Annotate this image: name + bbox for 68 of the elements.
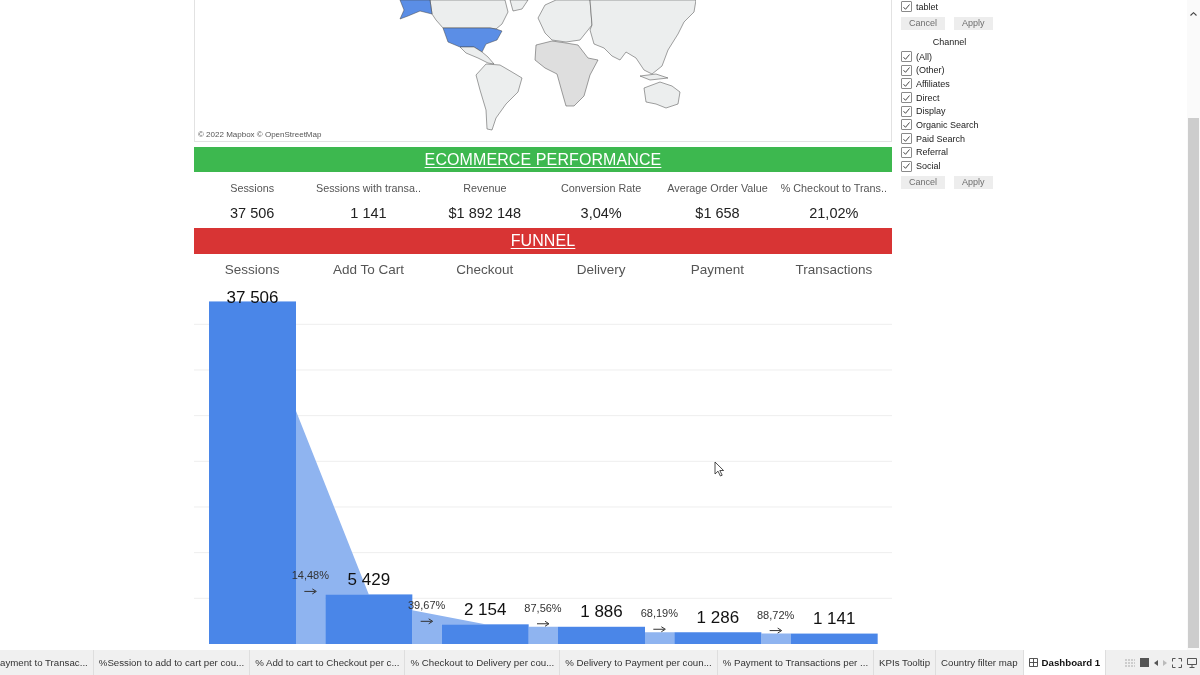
filter-option-label[interactable]: Display	[916, 106, 946, 117]
kpi-value: 37 506	[230, 204, 275, 222]
funnel-stage-label: Payment	[690, 262, 745, 277]
fullscreen-icon[interactable]	[1172, 657, 1182, 668]
grid-icon	[1028, 658, 1038, 667]
filter-option-label[interactable]: Social	[916, 161, 941, 172]
caret-left-icon[interactable]	[1154, 659, 1158, 666]
kpi-label: Average Order Value	[667, 181, 768, 195]
right-arrow-icon	[536, 620, 550, 627]
filter-option-label[interactable]: tablet	[916, 1, 939, 12]
funnel-stage-label: Transactions	[795, 262, 873, 277]
bar-value-label: 1 286	[696, 607, 740, 627]
filter-option-label[interactable]: Affiliates	[916, 78, 950, 89]
filter-option-label[interactable]: Referral	[916, 147, 948, 158]
monitor-icon[interactable]	[1187, 657, 1197, 668]
conversion-rate-label: 88,72%	[757, 608, 795, 621]
section-title: FUNNEL	[510, 232, 576, 250]
checkbox[interactable]	[901, 1, 912, 13]
checkbox[interactable]	[901, 64, 912, 76]
bar-value-label: 1 141	[812, 609, 856, 629]
checkbox[interactable]	[901, 160, 912, 172]
kpi-value: 1 141	[350, 204, 387, 222]
right-arrow-icon	[652, 626, 666, 633]
funnel-stage-label: Sessions	[224, 262, 280, 277]
checkbox[interactable]	[901, 105, 912, 117]
kpi-label: Revenue	[463, 181, 507, 195]
funnel-stage-label: Checkout	[456, 262, 514, 277]
right-arrow-icon	[420, 618, 434, 625]
scrollbar[interactable]	[1187, 0, 1200, 650]
checkbox[interactable]	[901, 133, 912, 145]
checkmark-icon	[903, 3, 910, 10]
checkbox[interactable]	[901, 78, 912, 90]
sheet-tab[interactable]: ayment to Transac...	[0, 650, 94, 675]
kpi-label: Conversion Rate	[560, 181, 642, 195]
kpi-value: $1 658	[695, 204, 740, 222]
map-attribution: © 2022 Mapbox © OpenStreetMap	[197, 130, 322, 141]
right-arrow-icon	[303, 588, 317, 595]
conversion-rate-label: 87,56%	[524, 601, 562, 614]
filter-option-label[interactable]: Paid Search	[916, 133, 966, 144]
filter-option-label[interactable]: Organic Search	[916, 119, 979, 130]
checkbox[interactable]	[901, 92, 912, 104]
filter-option-label[interactable]: (Other)	[916, 65, 945, 76]
funnel-stage-label: Add To Cart	[332, 262, 404, 277]
bar-value-label: 2 154	[463, 599, 507, 619]
bar-value-label: 5 429	[347, 569, 391, 589]
kpi-label: % Checkout to Trans..	[780, 181, 887, 195]
checkbox[interactable]	[901, 119, 912, 131]
funnel-stage-label: Delivery	[576, 262, 626, 277]
kpi-value: 21,02%	[809, 204, 859, 222]
chevron-up-icon[interactable]	[1190, 12, 1197, 16]
kpi-label: Sessions with transa..	[315, 181, 421, 195]
filter-option-label[interactable]: (All)	[916, 51, 932, 62]
checkbox[interactable]	[901, 146, 912, 158]
kpi-label: Sessions	[230, 181, 275, 195]
kpi-value: 3,04%	[580, 204, 622, 222]
scrollbar-thumb[interactable]	[1188, 118, 1199, 648]
conversion-rate-label: 68,19%	[640, 607, 678, 620]
conversion-rate-label: 14,48%	[291, 569, 329, 582]
kpi-value: $1 892 148	[448, 204, 522, 222]
section-title: ECOMMERCE PERFORMANCE	[424, 150, 662, 169]
mouse-pointer-icon	[714, 461, 724, 477]
right-arrow-icon	[769, 627, 783, 634]
sheet-tab[interactable]: Dashboard 1	[1023, 650, 1107, 675]
bar-value-label: 37 506	[226, 287, 279, 307]
filter-option-label[interactable]: Direct	[916, 92, 940, 103]
bar-value-label: 1 886	[580, 602, 623, 622]
filter-title: Channel	[931, 35, 968, 49]
checkbox[interactable]	[901, 51, 912, 63]
